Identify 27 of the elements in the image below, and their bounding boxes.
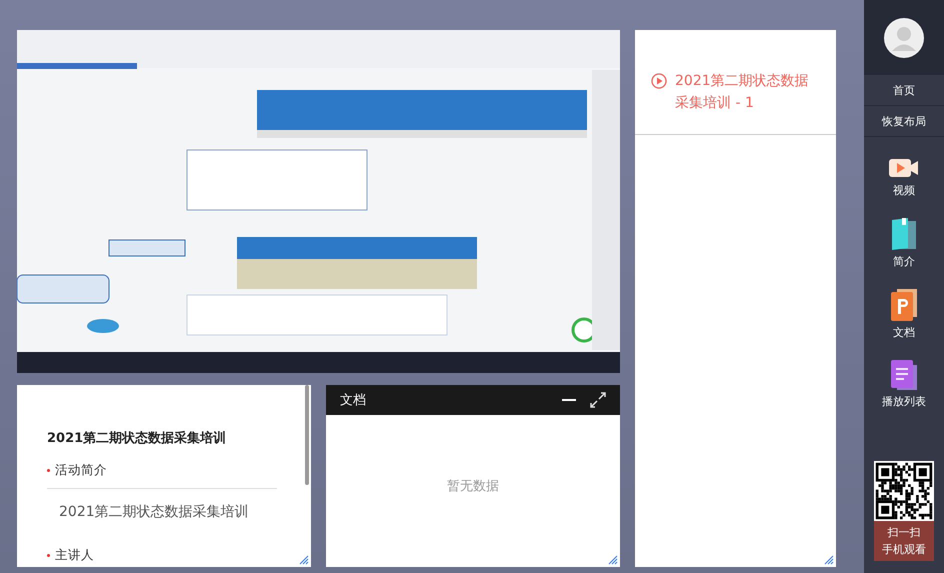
sidebar-app[interactable]: 视频 — [889, 157, 919, 198]
panel-title: 文档 — [340, 392, 367, 409]
list-icon — [891, 360, 917, 390]
resize-handle-icon[interactable] — [299, 555, 309, 565]
expand-icon[interactable] — [590, 392, 606, 408]
scrollbar[interactable] — [305, 385, 309, 485]
resize-handle-icon[interactable] — [824, 555, 834, 565]
section-heading: 活动简介 — [55, 462, 107, 479]
bullet-icon — [47, 469, 50, 472]
video-icon — [889, 157, 919, 179]
intro-title: 2021第二期状态数据采集培训 — [47, 430, 228, 447]
bullet-icon — [47, 554, 50, 557]
nav-item[interactable]: 恢复布局 — [864, 106, 944, 137]
sidebar-app[interactable]: 文档 — [891, 289, 917, 340]
avatar-icon[interactable] — [884, 18, 924, 58]
qr-code-icon — [874, 461, 934, 521]
play-icon — [651, 73, 667, 89]
section-text: 2021第二期状态数据采集培训 — [58, 503, 250, 522]
scan-label: 扫一扫 手机观看 — [874, 521, 934, 561]
section-heading: 主讲人 — [55, 547, 94, 564]
sidebar-app[interactable]: 播放列表 — [882, 360, 926, 409]
empty-message: 暂无数据 — [447, 478, 499, 495]
presentation-file-icon — [891, 289, 917, 321]
book-icon — [891, 218, 917, 250]
nav-item[interactable]: 首页 — [864, 75, 944, 106]
sidebar-app[interactable]: 简介 — [891, 218, 917, 269]
resize-handle-icon[interactable] — [608, 555, 618, 565]
